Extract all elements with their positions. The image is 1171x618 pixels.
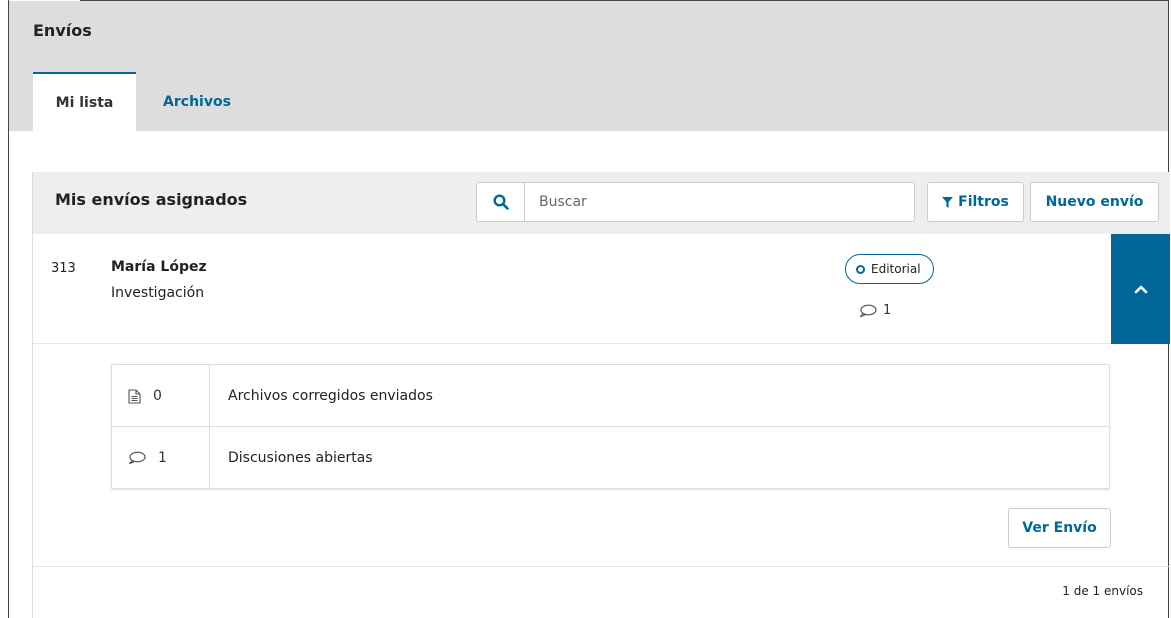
filters-button[interactable]: Filtros: [927, 182, 1024, 222]
comment-icon: [860, 304, 877, 317]
tab-archivos[interactable]: Archivos: [147, 72, 247, 132]
submission-id: 313: [51, 261, 76, 276]
filter-icon: [942, 196, 954, 208]
file-icon: [128, 388, 141, 404]
search-button[interactable]: [476, 182, 524, 222]
comment-icon: [129, 451, 146, 465]
detail-count-cell: 1: [112, 427, 210, 489]
panel-title: Mis envíos asignados: [55, 190, 248, 209]
stage-badge: Editorial: [845, 254, 934, 284]
pagination-summary: 1 de 1 envíos: [1062, 584, 1143, 598]
detail-count-cell: 0: [112, 365, 210, 427]
page-title: Envíos: [33, 21, 92, 40]
stage-circle-icon: [856, 264, 865, 274]
filters-label: Filtros: [958, 194, 1009, 210]
tab-mi-lista[interactable]: Mi lista: [33, 72, 136, 132]
comment-count: 1: [859, 303, 891, 318]
page-header: Envíos Mi lista Archivos: [9, 1, 1168, 132]
chevron-up-icon: [1134, 285, 1147, 294]
detail-count: 0: [153, 388, 162, 404]
view-submission-button[interactable]: Ver Envío: [1008, 508, 1111, 548]
panel-header: Mis envíos asignados Filtros Nuevo envío: [33, 172, 1170, 234]
submission-author: María López: [111, 259, 207, 275]
stage-label: Editorial: [871, 262, 921, 276]
expand-toggle-button[interactable]: [1111, 234, 1170, 344]
detail-label: Discusiones abiertas: [228, 450, 373, 466]
detail-row-files: 0 Archivos corregidos enviados: [112, 365, 1109, 427]
search-input[interactable]: [524, 182, 915, 222]
detail-label: Archivos corregidos enviados: [228, 388, 433, 404]
submission-title: Investigación: [111, 285, 205, 301]
submission-details: 0 Archivos corregidos enviados 1 Discusi…: [111, 364, 1110, 489]
new-submission-button[interactable]: Nuevo envío: [1030, 182, 1159, 222]
divider: [33, 566, 1170, 567]
detail-count: 1: [158, 450, 167, 466]
submissions-panel: Mis envíos asignados Filtros Nuevo envío…: [32, 172, 1170, 618]
comment-count-value: 1: [883, 303, 892, 318]
detail-row-discussions: 1 Discusiones abiertas: [112, 427, 1109, 489]
search-icon: [492, 194, 509, 210]
submission-row[interactable]: 313 María López Investigación Editorial …: [33, 234, 1170, 344]
